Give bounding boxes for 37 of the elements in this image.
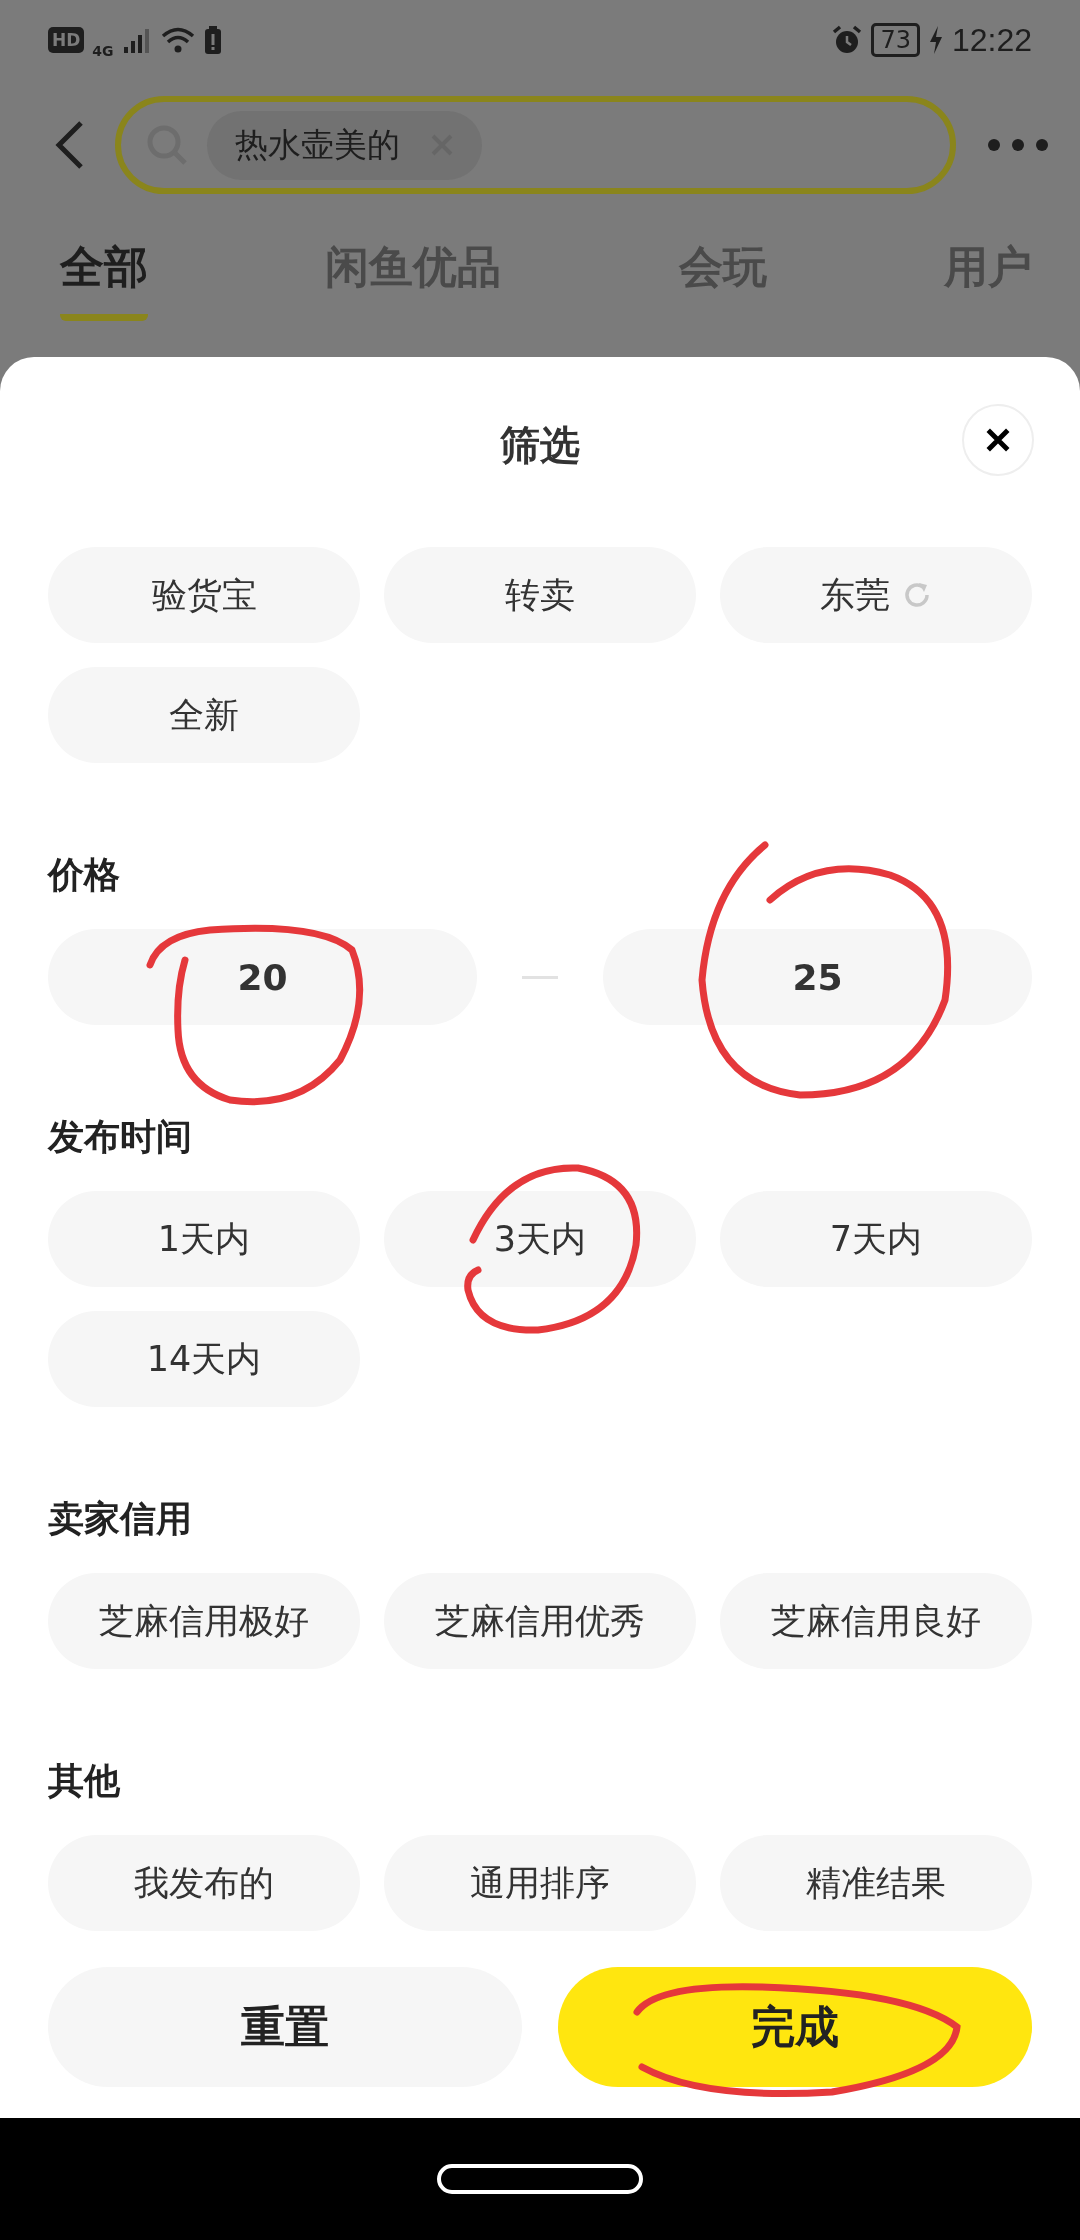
clock-time: 12:22 (951, 21, 1032, 59)
filter-chip[interactable]: 芝麻信用良好 (720, 1573, 1032, 1669)
home-indicator[interactable] (437, 2164, 643, 2194)
query-text: 热水壶美的 (235, 123, 400, 166)
filter-chip[interactable]: 转卖 (384, 547, 696, 643)
filter-chip[interactable]: 验货宝 (48, 547, 360, 643)
network-type: 4G (92, 43, 114, 59)
battery-alert-icon (203, 25, 222, 55)
sheet-title: 筛选 (500, 420, 580, 470)
min-price-field[interactable]: 20 (48, 929, 477, 1025)
filter-chip[interactable]: 全新 (48, 667, 360, 763)
filter-chip[interactable]: 1天内 (48, 1191, 360, 1287)
close-icon[interactable] (985, 427, 1011, 453)
filter-chip[interactable]: 我发布的 (48, 1835, 360, 1931)
category-tab[interactable]: 全部 (60, 238, 148, 321)
max-price-field[interactable]: 25 (603, 929, 1032, 1025)
charging-icon (927, 25, 944, 55)
filter-chip[interactable]: 芝麻信用优秀 (384, 1573, 696, 1669)
done-button[interactable]: 完成 (558, 1967, 1032, 2087)
section-title: 卖家信用 (48, 1497, 193, 1541)
section-title: 发布时间 (48, 1115, 193, 1159)
section-title: 价格 (48, 853, 121, 897)
filter-chip[interactable]: 东莞 (720, 547, 1032, 643)
filter-chip[interactable]: 3天内 (384, 1191, 696, 1287)
section-title: 其他 (48, 1759, 121, 1803)
battery-level: 73 (871, 23, 920, 57)
alarm-icon (831, 24, 864, 56)
filter-chip[interactable]: 14天内 (48, 1311, 360, 1407)
filter-chip[interactable]: 芝麻信用极好 (48, 1573, 360, 1669)
filter-chip[interactable]: 精准结果 (720, 1835, 1032, 1931)
hd-badge: HD (48, 27, 85, 53)
reset-button[interactable]: 重置 (48, 1967, 522, 2087)
filter-chip[interactable]: 通用排序 (384, 1835, 696, 1931)
back-icon[interactable] (55, 120, 85, 170)
filter-chip[interactable]: 7天内 (720, 1191, 1032, 1287)
wifi-icon (159, 25, 196, 55)
more-icon[interactable] (986, 137, 1050, 153)
